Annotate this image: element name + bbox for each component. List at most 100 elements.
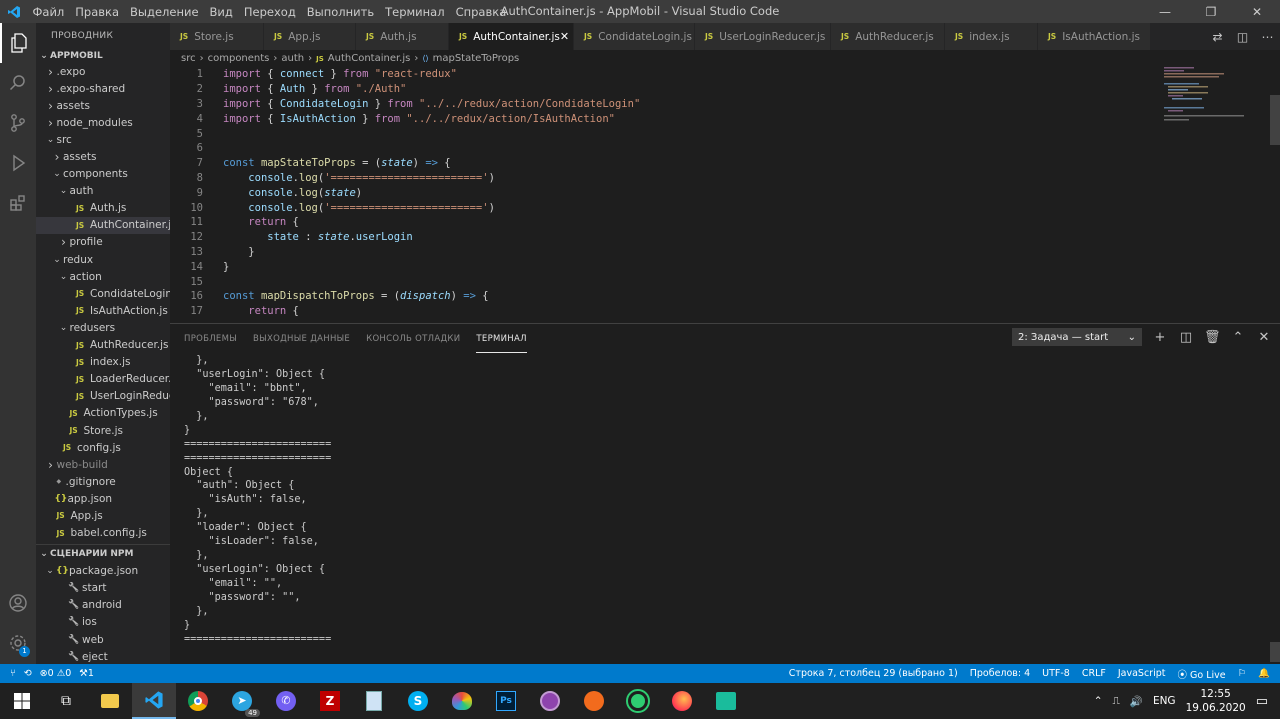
file-row[interactable]: JS IsAuthAction.js — [36, 302, 170, 319]
remote-icon[interactable]: ⑂ — [10, 668, 16, 679]
chevron-up-icon[interactable]: ⌃ — [1094, 695, 1103, 707]
photoshop-icon[interactable]: Ps — [484, 683, 528, 719]
file-explorer-icon[interactable] — [88, 683, 132, 719]
editor-tab[interactable]: JS App.js — [264, 23, 356, 50]
npm-script-item[interactable]: 🔧 ios — [36, 614, 170, 631]
folder-row[interactable]: ⌄ src — [36, 131, 170, 148]
minimap[interactable] — [1162, 67, 1262, 127]
notepad-icon[interactable] — [352, 683, 396, 719]
folder-row[interactable]: › assets — [36, 97, 170, 114]
folder-row[interactable]: › .expo-shared — [36, 80, 170, 97]
folder-row[interactable]: ⌄ action — [36, 268, 170, 285]
feedback-icon[interactable]: ⚐ — [1238, 668, 1247, 679]
minimize-icon[interactable]: — — [1142, 0, 1188, 23]
extensions-icon[interactable] — [0, 183, 36, 223]
indentation[interactable]: Пробелов: 4 — [970, 668, 1030, 679]
code-editor[interactable]: 1 import { connect } from "react-redux" 2 i… — [170, 67, 1262, 323]
menu-item[interactable]: Справка — [450, 5, 512, 19]
close-tab-icon[interactable]: ✕ — [560, 30, 569, 43]
editor-tab[interactable]: JS Auth.js — [356, 23, 449, 50]
file-row[interactable]: JS AuthReducer.js — [36, 337, 170, 354]
network-icon[interactable]: ⎍ — [1113, 695, 1120, 708]
editor-scrollbar[interactable] — [1270, 95, 1280, 145]
run-debug-icon[interactable] — [0, 143, 36, 183]
folder-row[interactable]: › node_modules — [36, 114, 170, 131]
go-live-button[interactable]: ⦿ Go Live — [1177, 667, 1225, 681]
telegram-icon[interactable]: ➤ 49 — [220, 683, 264, 719]
chevron-up-icon[interactable]: ⌃ — [1230, 330, 1246, 345]
file-row[interactable]: JS AuthContainer.js — [36, 216, 170, 234]
editor-tab[interactable]: JS index.js — [945, 23, 1038, 50]
editor-tab[interactable]: JS IsAuthAction.js — [1038, 23, 1151, 50]
terminal-select[interactable]: 2: Задача — start ⌄ — [1012, 328, 1142, 346]
paint-icon[interactable] — [440, 683, 484, 719]
language-mode[interactable]: JavaScript — [1118, 668, 1166, 679]
npm-script-item[interactable]: 🔧 start — [36, 580, 170, 597]
viber-icon[interactable]: ✆ — [264, 683, 308, 719]
panel-tab[interactable]: ПРОБЛЕМЫ — [184, 326, 237, 352]
trash-icon[interactable]: 🗑 — [1204, 330, 1221, 345]
skype-icon[interactable]: S — [396, 683, 440, 719]
terminal-scrollbar[interactable] — [1270, 642, 1280, 662]
menu-item[interactable]: Переход — [238, 5, 301, 19]
sync-indicator[interactable]: ⚒1 — [79, 668, 94, 679]
folder-row[interactable]: › assets — [36, 148, 170, 165]
file-row[interactable]: JS Auth.js — [36, 200, 170, 217]
task-view-icon[interactable]: ⧉ — [44, 683, 88, 719]
npm-script-item[interactable]: 🔧 eject — [36, 648, 170, 664]
panel-tab[interactable]: ТЕРМИНАЛ — [476, 326, 527, 353]
file-row[interactable]: JS CondidateLogin.js — [36, 285, 170, 302]
volume-icon[interactable]: 🔊 — [1130, 695, 1143, 708]
chrome-icon[interactable] — [176, 683, 220, 719]
line-ending[interactable]: CRLF — [1082, 668, 1106, 679]
editor-tab[interactable]: JS Store.js — [170, 23, 264, 50]
file-row[interactable]: {} app.json — [36, 490, 170, 507]
split-editor-icon[interactable]: ◫ — [1230, 30, 1255, 44]
search-icon[interactable] — [0, 63, 36, 103]
teal-app-icon[interactable] — [704, 683, 748, 719]
notifications-icon[interactable]: 🔔 — [1258, 668, 1270, 679]
folder-row[interactable]: › profile — [36, 234, 170, 251]
terminal-output[interactable]: }, "userLogin": Object { "email": "bbnt"… — [170, 354, 1280, 647]
folder-row[interactable]: ⌄ components — [36, 166, 170, 183]
file-row[interactable]: JS UserLoginReduce... — [36, 388, 170, 405]
npm-package[interactable]: ⌄{} package.json — [36, 563, 170, 580]
settings-gear-icon[interactable]: 1 — [0, 623, 36, 663]
file-row[interactable]: JS App.js — [36, 507, 170, 524]
panel-tab[interactable]: ВЫХОДНЫЕ ДАННЫЕ — [253, 326, 350, 352]
npm-script-item[interactable]: 🔧 android — [36, 597, 170, 614]
editor-tab[interactable]: JS AuthContainer.js ✕ — [449, 23, 574, 50]
menu-item[interactable]: Вид — [204, 5, 238, 19]
project-section-header[interactable]: ⌄ APPMOBIL — [36, 49, 170, 63]
folder-row[interactable]: › .expo — [36, 63, 170, 80]
split-terminal-icon[interactable]: ◫ — [1178, 330, 1194, 345]
file-row[interactable]: JS ActionTypes.js — [36, 405, 170, 422]
npm-section-header[interactable]: ⌄ СЦЕНАРИИ NPM — [36, 545, 170, 563]
file-row[interactable]: JS index.js — [36, 354, 170, 371]
menu-item[interactable]: Файл — [27, 5, 70, 19]
file-row[interactable]: JS LoaderReducer.js — [36, 371, 170, 388]
explorer-icon[interactable] — [0, 23, 36, 63]
input-language[interactable]: ENG — [1153, 695, 1176, 707]
file-row[interactable]: JS config.js — [36, 439, 170, 456]
new-terminal-icon[interactable]: + — [1152, 330, 1168, 345]
editor-tab[interactable]: JS AuthReducer.js — [831, 23, 945, 50]
file-row[interactable]: JS babel.config.js — [36, 525, 170, 542]
file-row[interactable]: ◆ .gitignore — [36, 473, 170, 490]
npm-script-item[interactable]: 🔧 web — [36, 631, 170, 648]
compare-icon[interactable]: ⇄ — [1205, 30, 1230, 44]
folder-row[interactable]: › web-build — [36, 456, 170, 473]
folder-row[interactable]: ⌄ redusers — [36, 319, 170, 336]
windows-start-icon[interactable] — [0, 683, 44, 719]
menu-item[interactable]: Выделение — [125, 5, 205, 19]
close-icon[interactable]: ✕ — [1234, 0, 1280, 23]
folder-row[interactable]: ⌄ redux — [36, 251, 170, 268]
live-share-icon[interactable]: ⟲ — [24, 668, 32, 679]
action-center-icon[interactable]: ▭ — [1256, 694, 1268, 709]
close-panel-icon[interactable]: ✕ — [1256, 330, 1272, 345]
green-app-icon[interactable] — [616, 683, 660, 719]
panel-tab[interactable]: КОНСОЛЬ ОТЛАДКИ — [366, 326, 460, 352]
source-control-icon[interactable] — [0, 103, 36, 143]
breadcrumb-item[interactable]: components — [208, 53, 270, 64]
filezilla-icon[interactable]: Z — [308, 683, 352, 719]
